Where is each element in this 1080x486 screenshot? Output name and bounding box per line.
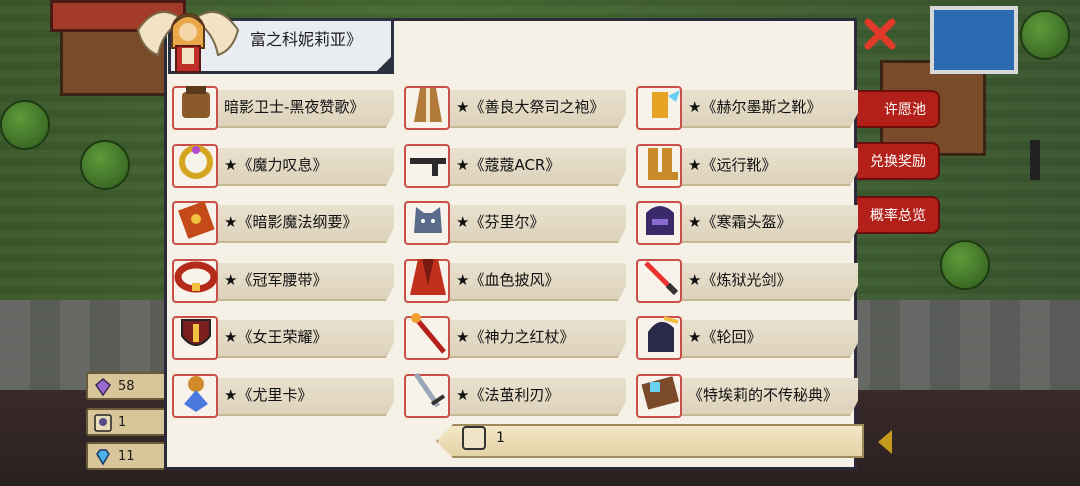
resource-crystal: 58: [86, 372, 176, 400]
item-cell[interactable]: 暗影卫士-黑夜赞歌》: [168, 80, 398, 132]
item-label: ★《远行靴》: [688, 156, 777, 174]
angel-avatar-icon: [136, 11, 240, 73]
item-label: ★《暗影魔法纲要》: [224, 213, 358, 231]
item-label: ★《炼狱光剑》: [688, 271, 792, 289]
item-cell[interactable]: ★《蔻蔻ACR》: [400, 138, 630, 190]
robe-icon: [414, 88, 442, 122]
side-tab-exchange-rewards[interactable]: 兑换奖励: [850, 142, 940, 180]
diamond-icon: [96, 449, 110, 466]
item-label: ★《冠军腰带》: [224, 271, 328, 289]
lightsaber-icon: [644, 261, 679, 296]
item-cell[interactable]: ★《寒霜头盔》: [632, 195, 862, 247]
item-cell[interactable]: ★《神力之红杖》: [400, 310, 630, 362]
resource-diamond-value: 11: [118, 448, 135, 464]
item-label: 暗影卫士-黑夜赞歌》: [224, 98, 365, 116]
wolf-icon: [414, 207, 442, 233]
item-label: ★《魔力叹息》: [224, 156, 328, 174]
item-cell[interactable]: ★《尤里卡》: [168, 368, 398, 420]
item-label: ★《血色披风》: [456, 271, 560, 289]
side-tab-wishing-pool[interactable]: 许愿池: [850, 90, 940, 128]
resource-ticket: 1: [86, 408, 176, 436]
ring-icon: [179, 145, 213, 179]
cloak-icon: [410, 259, 446, 295]
shield-icon: [181, 319, 211, 346]
close-button[interactable]: [862, 16, 898, 52]
spellbook-icon: [178, 201, 215, 239]
item-cell[interactable]: ★《赫尔墨斯之靴》: [632, 80, 862, 132]
ticket-icon: [94, 414, 112, 432]
close-icon: [864, 18, 896, 50]
item-label: 《特埃莉的不传秘典》: [688, 386, 839, 404]
item-cell[interactable]: ★《轮回》: [632, 310, 862, 362]
item-label: ★《法茧利刃》: [456, 386, 560, 404]
boots-icon: [648, 148, 678, 180]
item-cell[interactable]: ★《魔力叹息》: [168, 138, 398, 190]
resource-crystal-value: 58: [118, 378, 135, 394]
counter-ticket-icon: [462, 426, 486, 450]
winged-boots-icon: [652, 90, 680, 118]
item-label: ★《芬里尔》: [456, 213, 545, 231]
item-cell[interactable]: ★《远行靴》: [632, 138, 862, 190]
item-cell[interactable]: ★《善良大祭司之袍》: [400, 80, 630, 132]
belt-icon: [174, 261, 218, 293]
staff-icon: [411, 313, 446, 354]
item-label: ★《神力之红杖》: [456, 328, 575, 346]
item-cell[interactable]: ★《冠军腰带》: [168, 253, 398, 305]
item-cell[interactable]: ★《芬里尔》: [400, 195, 630, 247]
item-label: ★《尤里卡》: [224, 386, 313, 404]
counter-value: 1: [496, 430, 505, 446]
armor-icon: [182, 86, 210, 118]
crystal-icon: [94, 378, 112, 396]
item-label: ★《女王荣耀》: [224, 328, 328, 346]
tome-icon: [641, 376, 680, 410]
item-cell[interactable]: ★《法茧利刃》: [400, 368, 630, 420]
item-cell[interactable]: ★《暗影魔法纲要》: [168, 195, 398, 247]
item-cell[interactable]: ★《炼狱光剑》: [632, 253, 862, 305]
helmet-icon: [646, 206, 674, 235]
amulet-icon: [184, 376, 208, 412]
item-cell[interactable]: ★《女王荣耀》: [168, 310, 398, 362]
resource-ticket-value: 1: [118, 414, 127, 430]
panel-title: 富之科妮莉亚》: [250, 30, 363, 49]
side-tab-probability-overview[interactable]: 概率总览: [850, 196, 940, 234]
item-cell[interactable]: 《特埃莉的不传秘典》: [632, 368, 862, 420]
rifle-icon: [410, 158, 446, 176]
resource-diamond: 11: [86, 442, 176, 470]
item-label: ★《寒霜头盔》: [688, 213, 792, 231]
item-label: ★《蔻蔻ACR》: [456, 156, 561, 174]
sword-icon: [413, 372, 446, 408]
gauntlet-icon: [648, 316, 679, 352]
item-cell[interactable]: ★《血色披风》: [400, 253, 630, 305]
item-label: ★《赫尔墨斯之靴》: [688, 98, 822, 116]
collapse-arrow-icon[interactable]: [878, 430, 892, 454]
item-label: ★《善良大祭司之袍》: [456, 98, 605, 116]
item-label: ★《轮回》: [688, 328, 762, 346]
